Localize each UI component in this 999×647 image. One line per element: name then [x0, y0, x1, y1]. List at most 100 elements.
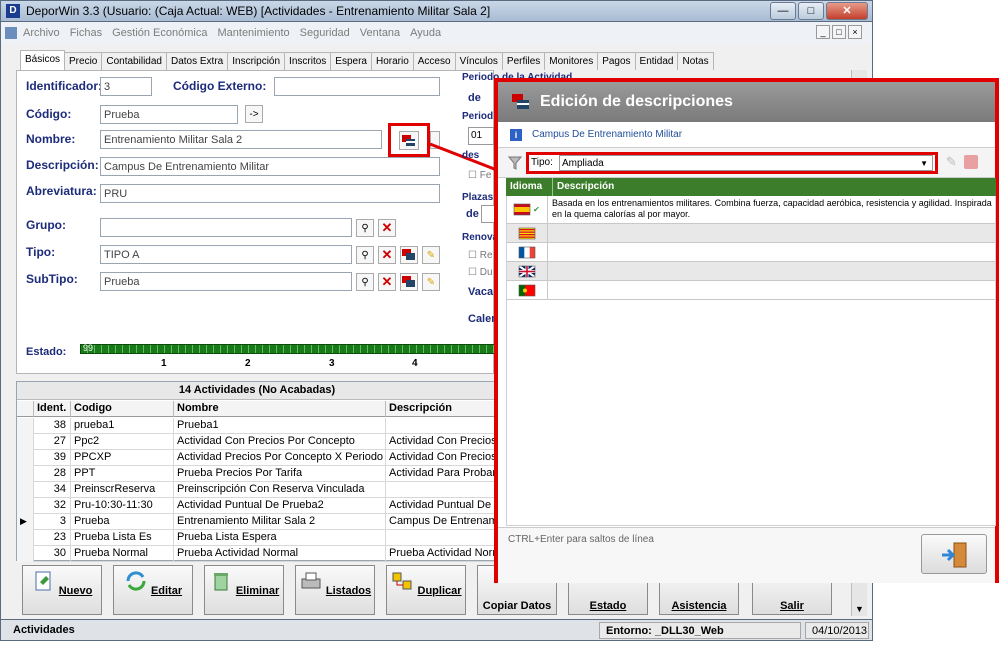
table-row[interactable]: 34 PreinscrReserva Preinscripción Con Rese…: [17, 482, 499, 498]
subtipo-search-button[interactable]: ⚲: [356, 273, 374, 291]
eliminar-button[interactable]: Eliminar: [204, 565, 284, 615]
language-row-es[interactable]: ✔ Basada en los entrenamientos militares.…: [506, 196, 996, 224]
table-row[interactable]: 23 Prueba Lista Es Prueba Lista Espera: [17, 530, 499, 546]
row-indicator: [17, 498, 34, 514]
menu-fichas[interactable]: Fichas: [70, 27, 102, 39]
mdi-close-button[interactable]: ×: [848, 25, 862, 39]
flag-es-icon: [513, 203, 531, 216]
tab-espera[interactable]: Espera: [330, 52, 372, 70]
language-description-text[interactable]: Basada en los entrenamientos militares. …: [552, 198, 992, 220]
edit-pencil-icon[interactable]: ✎: [946, 154, 957, 170]
menu-ayuda[interactable]: Ayuda: [410, 27, 441, 39]
scroll-down-arrow[interactable]: ▼: [855, 604, 864, 614]
mdi-minimize-button[interactable]: _: [816, 25, 830, 39]
editar-button[interactable]: Editar: [113, 565, 193, 615]
close-button[interactable]: ✕: [826, 2, 868, 20]
tab-monitores[interactable]: Monitores: [544, 52, 599, 70]
edit-refresh-icon: [126, 571, 146, 591]
language-row-ca[interactable]: [506, 224, 996, 243]
delete-icon: ✕: [381, 274, 393, 289]
tab-precio[interactable]: Precio: [64, 52, 103, 70]
tipo-search-button[interactable]: ⚲: [356, 246, 374, 264]
periodo-date-field[interactable]: 01: [468, 127, 494, 145]
menu-archivo[interactable]: Archivo: [23, 27, 60, 39]
menu-mantenimiento[interactable]: Mantenimiento: [217, 27, 289, 39]
tipo-translate-button[interactable]: [400, 246, 418, 264]
recycle-bin-icon: [213, 573, 228, 591]
estado-progress-bar[interactable]: 99: [80, 343, 494, 354]
estado-segment: [171, 345, 172, 353]
codigo-externo-field[interactable]: [274, 77, 440, 96]
tab-entidad[interactable]: Entidad: [634, 52, 679, 70]
language-row-fr[interactable]: [506, 243, 996, 262]
descripcion-field[interactable]: Campus De Entrenamiento Militar: [100, 157, 440, 176]
abreviatura-field[interactable]: PRU: [100, 184, 440, 203]
col-codigo[interactable]: Codigo: [71, 401, 174, 417]
col-descripcion[interactable]: Descripción: [386, 401, 499, 417]
tab-vinculos[interactable]: Vínculos: [454, 52, 503, 70]
table-row[interactable]: 27 Ppc2 Actividad Con Precios Por Concepto…: [17, 434, 499, 450]
tab-notas[interactable]: Notas: [677, 52, 714, 70]
identificador-field[interactable]: 3: [100, 77, 152, 96]
menu-gestion-economica[interactable]: Gestión Económica: [112, 27, 207, 39]
flags-icon: [402, 276, 415, 287]
minimize-button[interactable]: —: [770, 2, 796, 20]
tab-contabilidad[interactable]: Contabilidad: [101, 52, 167, 70]
tab-datos-extra[interactable]: Datos Extra: [165, 52, 229, 70]
translations-flag-button[interactable]: [399, 131, 419, 150]
language-row-pt[interactable]: [506, 281, 996, 300]
delete-minus-icon[interactable]: [964, 155, 978, 169]
fe-checkbox-label[interactable]: ☐ Fe: [468, 170, 491, 181]
nombre-field[interactable]: Entrenamiento Militar Sala 2: [100, 130, 382, 149]
re-checkbox[interactable]: ☐ Re: [468, 250, 493, 261]
estado-segment: [437, 345, 438, 353]
nuevo-button[interactable]: Nuevo: [22, 565, 102, 615]
subtipo-translate-button[interactable]: [400, 273, 418, 291]
grupo-select[interactable]: [100, 218, 352, 237]
re-text: Re: [479, 250, 493, 261]
tipo-edit-button[interactable]: ✎: [422, 246, 440, 264]
table-row[interactable]: 28 PPT Prueba Precios Por Tarifa Actividad …: [17, 466, 499, 482]
binoculars-icon: ⚲: [361, 222, 369, 234]
tab-strip: Básicos Precio Contabilidad Datos Extra …: [20, 50, 714, 70]
dialog-tipo-select[interactable]: Ampliada ▼: [559, 155, 933, 171]
tipo-select[interactable]: TIPO A: [100, 245, 352, 264]
tab-inscripcion[interactable]: Inscripción: [227, 52, 286, 70]
tab-acceso[interactable]: Acceso: [412, 52, 456, 70]
tab-inscritos[interactable]: Inscritos: [284, 52, 332, 70]
tipo-clear-button[interactable]: ✕: [378, 246, 396, 264]
listados-button[interactable]: Listados: [295, 565, 375, 615]
duplicar-button[interactable]: Duplicar: [386, 565, 466, 615]
estado-segment: [108, 345, 109, 353]
row-codigo: Ppc2: [71, 434, 174, 450]
dialog-exit-button[interactable]: [921, 534, 987, 574]
codigo-goto-button[interactable]: ->: [245, 105, 263, 123]
menu-seguridad[interactable]: Seguridad: [300, 27, 350, 39]
grupo-clear-button[interactable]: ✕: [378, 219, 396, 237]
tab-pagos[interactable]: Pagos: [597, 52, 636, 70]
table-row[interactable]: ▶ 3 Prueba Entrenamiento Militar Sala 2 Camp…: [17, 514, 499, 530]
codigo-field[interactable]: Prueba: [100, 105, 238, 124]
table-row[interactable]: 30 Prueba Normal Prueba Actividad Normal Pr…: [17, 546, 499, 562]
subtipo-edit-button[interactable]: ✎: [422, 273, 440, 291]
mdi-restore-button[interactable]: □: [832, 25, 846, 39]
subtipo-select[interactable]: Prueba: [100, 272, 352, 291]
mdi-doc-icon[interactable]: [5, 27, 17, 39]
table-row[interactable]: 32 Pru-10:30-11:30 Actividad Puntual De Pr…: [17, 498, 499, 514]
table-row[interactable]: 39 PPCXP Actividad Precios Por Concepto X …: [17, 450, 499, 466]
tab-horario[interactable]: Horario: [370, 52, 414, 70]
du-checkbox[interactable]: ☐ Du: [468, 267, 493, 278]
maximize-button[interactable]: □: [798, 2, 824, 20]
estado-label: Estado:: [26, 346, 67, 358]
grupo-search-button[interactable]: ⚲: [356, 219, 374, 237]
plazas-field[interactable]: [481, 205, 495, 223]
table-row[interactable]: 38 prueba1 Prueba1: [17, 418, 499, 434]
col-nombre[interactable]: Nombre: [174, 401, 386, 417]
subtipo-clear-button[interactable]: ✕: [378, 273, 396, 291]
menu-ventana[interactable]: Ventana: [360, 27, 400, 39]
col-ident[interactable]: Ident.: [34, 401, 71, 417]
language-row-en[interactable]: [506, 262, 996, 281]
tab-perfiles[interactable]: Perfiles: [501, 52, 546, 70]
col-descripcion-dialog: Descripción: [552, 178, 614, 196]
tab-basicos[interactable]: Básicos: [20, 50, 66, 70]
